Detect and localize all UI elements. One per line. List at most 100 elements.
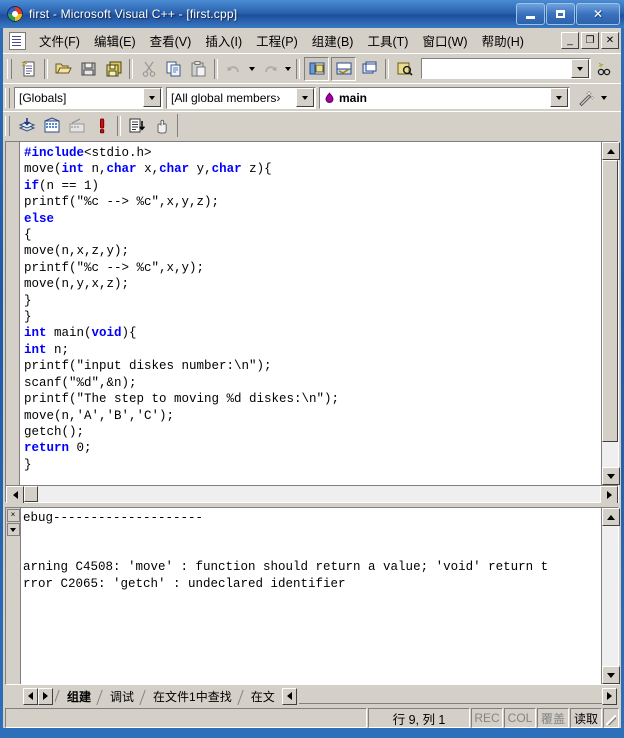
document-icon[interactable] xyxy=(9,31,26,50)
code-line: } xyxy=(24,309,601,325)
undo-icon[interactable] xyxy=(222,58,245,80)
mdi-child-controls: _ ❐ ✕ xyxy=(561,32,619,49)
code-text[interactable]: #include<stdio.h> move(int n,char x,char … xyxy=(20,142,601,485)
find-combo[interactable] xyxy=(421,58,591,79)
globals-combo-value: [Globals] xyxy=(19,90,67,105)
paste-icon[interactable] xyxy=(187,58,210,80)
window-list-icon[interactable] xyxy=(358,58,381,80)
editor-scroll-left-button[interactable] xyxy=(6,486,24,504)
menu-edit[interactable]: 编辑(E) xyxy=(87,28,143,53)
redo-dropdown-arrow[interactable] xyxy=(282,58,293,80)
editor-horizontal-scrollbar[interactable] xyxy=(6,485,618,504)
menu-view[interactable]: 查看(V) xyxy=(143,28,199,53)
output-dropdown-button[interactable] xyxy=(6,523,20,536)
wizardbar-grip[interactable] xyxy=(5,87,10,108)
output-vscroll-track[interactable] xyxy=(602,526,618,666)
tab-scroll-next-button[interactable] xyxy=(38,687,53,705)
insert-remove-breakpoint-icon[interactable] xyxy=(150,115,173,137)
window-title: first - Microsoft Visual C++ - [first.cp… xyxy=(29,7,238,21)
tab-find-in-files-1[interactable]: 在文件1中查找 xyxy=(144,687,239,705)
toolbar-separator xyxy=(117,115,121,136)
code-line: printf("input diskes number:\n"); xyxy=(24,358,601,374)
mdi-restore-button[interactable]: ❐ xyxy=(581,32,599,49)
globals-combo-arrow[interactable] xyxy=(143,88,161,107)
menu-project[interactable]: 工程(P) xyxy=(249,28,305,53)
code-token: } xyxy=(24,457,32,472)
execute-program-icon[interactable] xyxy=(90,115,113,137)
tab-find-in-files-2[interactable]: 在文 xyxy=(242,687,282,705)
editor-selection-margin[interactable] xyxy=(6,142,20,485)
editor-scroll-up-button[interactable] xyxy=(602,142,620,160)
menu-build[interactable]: 组建(B) xyxy=(305,28,361,53)
editor-vscroll-track[interactable] xyxy=(602,442,618,467)
tab-scroll-right-button[interactable] xyxy=(602,687,617,705)
tab-debug[interactable]: 调试 xyxy=(101,687,141,705)
window-controls: ✕ xyxy=(516,3,620,25)
cut-scissors-icon[interactable] xyxy=(137,58,160,80)
editor-scroll-down-button[interactable] xyxy=(602,467,620,485)
editor-hscroll-thumb[interactable] xyxy=(24,486,38,502)
editor-vscroll-thumb[interactable] xyxy=(602,160,618,442)
symbol-combo[interactable]: main xyxy=(319,86,570,109)
tab-nav-buttons xyxy=(23,687,53,705)
buildbar-grip[interactable] xyxy=(5,115,10,136)
code-line: printf("%c --> %c",x,y,z); xyxy=(24,194,601,210)
menu-insert[interactable]: 插入(I) xyxy=(198,28,249,53)
code-line: move(n,y,x,z); xyxy=(24,276,601,292)
record-indicator: REC xyxy=(471,708,503,728)
save-icon[interactable] xyxy=(77,58,100,80)
toolbar-separator xyxy=(129,58,133,79)
mdi-close-button[interactable]: ✕ xyxy=(601,32,619,49)
resize-grip[interactable] xyxy=(603,708,619,728)
code-token: #include xyxy=(24,146,85,160)
members-combo[interactable]: [All global members› xyxy=(166,86,316,109)
tab-overflow-button[interactable] xyxy=(281,687,297,705)
wizard-dropdown-arrow[interactable] xyxy=(598,87,609,109)
code-line: move(n,x,z,y); xyxy=(24,243,601,259)
code-token: move(n,'A','B','C'); xyxy=(24,408,175,423)
menu-help[interactable]: 帮助(H) xyxy=(475,28,531,53)
globals-combo[interactable]: [Globals] xyxy=(14,86,163,109)
tab-build[interactable]: 组建 xyxy=(58,687,98,705)
members-combo-arrow[interactable] xyxy=(296,88,314,107)
editor-hscroll-track[interactable] xyxy=(38,486,600,502)
symbol-combo-arrow[interactable] xyxy=(550,88,568,107)
code-token: scanf("%d",&n); xyxy=(24,375,137,390)
menu-file[interactable]: 文件(F) xyxy=(32,28,87,53)
close-button[interactable]: ✕ xyxy=(576,3,620,25)
editor-vertical-scrollbar[interactable] xyxy=(601,142,620,485)
stop-build-icon[interactable] xyxy=(65,115,88,137)
menu-tools[interactable]: 工具(T) xyxy=(360,28,415,53)
go-debug-icon[interactable] xyxy=(125,115,148,137)
save-all-icon[interactable] xyxy=(102,58,125,80)
code-token: move(n,x,z,y); xyxy=(24,244,130,259)
redo-icon[interactable] xyxy=(258,58,281,80)
build-icon[interactable] xyxy=(40,115,63,137)
toolbar-grip[interactable] xyxy=(7,58,12,79)
open-folder-icon[interactable] xyxy=(52,58,75,80)
undo-dropdown-arrow[interactable] xyxy=(246,58,257,80)
maximize-button[interactable] xyxy=(546,3,575,25)
tab-scroll-prev-button[interactable] xyxy=(23,687,38,705)
magic-wand-icon[interactable] xyxy=(574,87,597,109)
copy-icon[interactable] xyxy=(162,58,185,80)
compile-icon[interactable] xyxy=(15,115,38,137)
code-token: z){ xyxy=(241,162,272,177)
menu-window[interactable]: 窗口(W) xyxy=(415,28,474,53)
code-token: main( xyxy=(46,326,92,341)
output-vertical-scrollbar[interactable] xyxy=(601,508,620,684)
output-scroll-down-button[interactable] xyxy=(602,666,620,684)
find-in-files-icon[interactable] xyxy=(393,58,416,80)
new-text-file-icon[interactable] xyxy=(17,58,40,80)
find-dropdown-arrow[interactable] xyxy=(571,59,589,78)
editor-scroll-right-button[interactable] xyxy=(600,486,618,504)
minimize-button[interactable] xyxy=(516,3,545,25)
find-binoculars-icon[interactable] xyxy=(592,58,615,80)
output-window-icon[interactable] xyxy=(331,56,356,81)
workspace-window-icon[interactable] xyxy=(304,56,329,81)
build-output-text[interactable]: ebug-------------------- arning C4508: '… xyxy=(21,508,601,684)
output-scroll-up-button[interactable] xyxy=(602,508,620,526)
mdi-minimize-button[interactable]: _ xyxy=(561,32,579,49)
output-close-button[interactable]: × xyxy=(6,509,20,522)
